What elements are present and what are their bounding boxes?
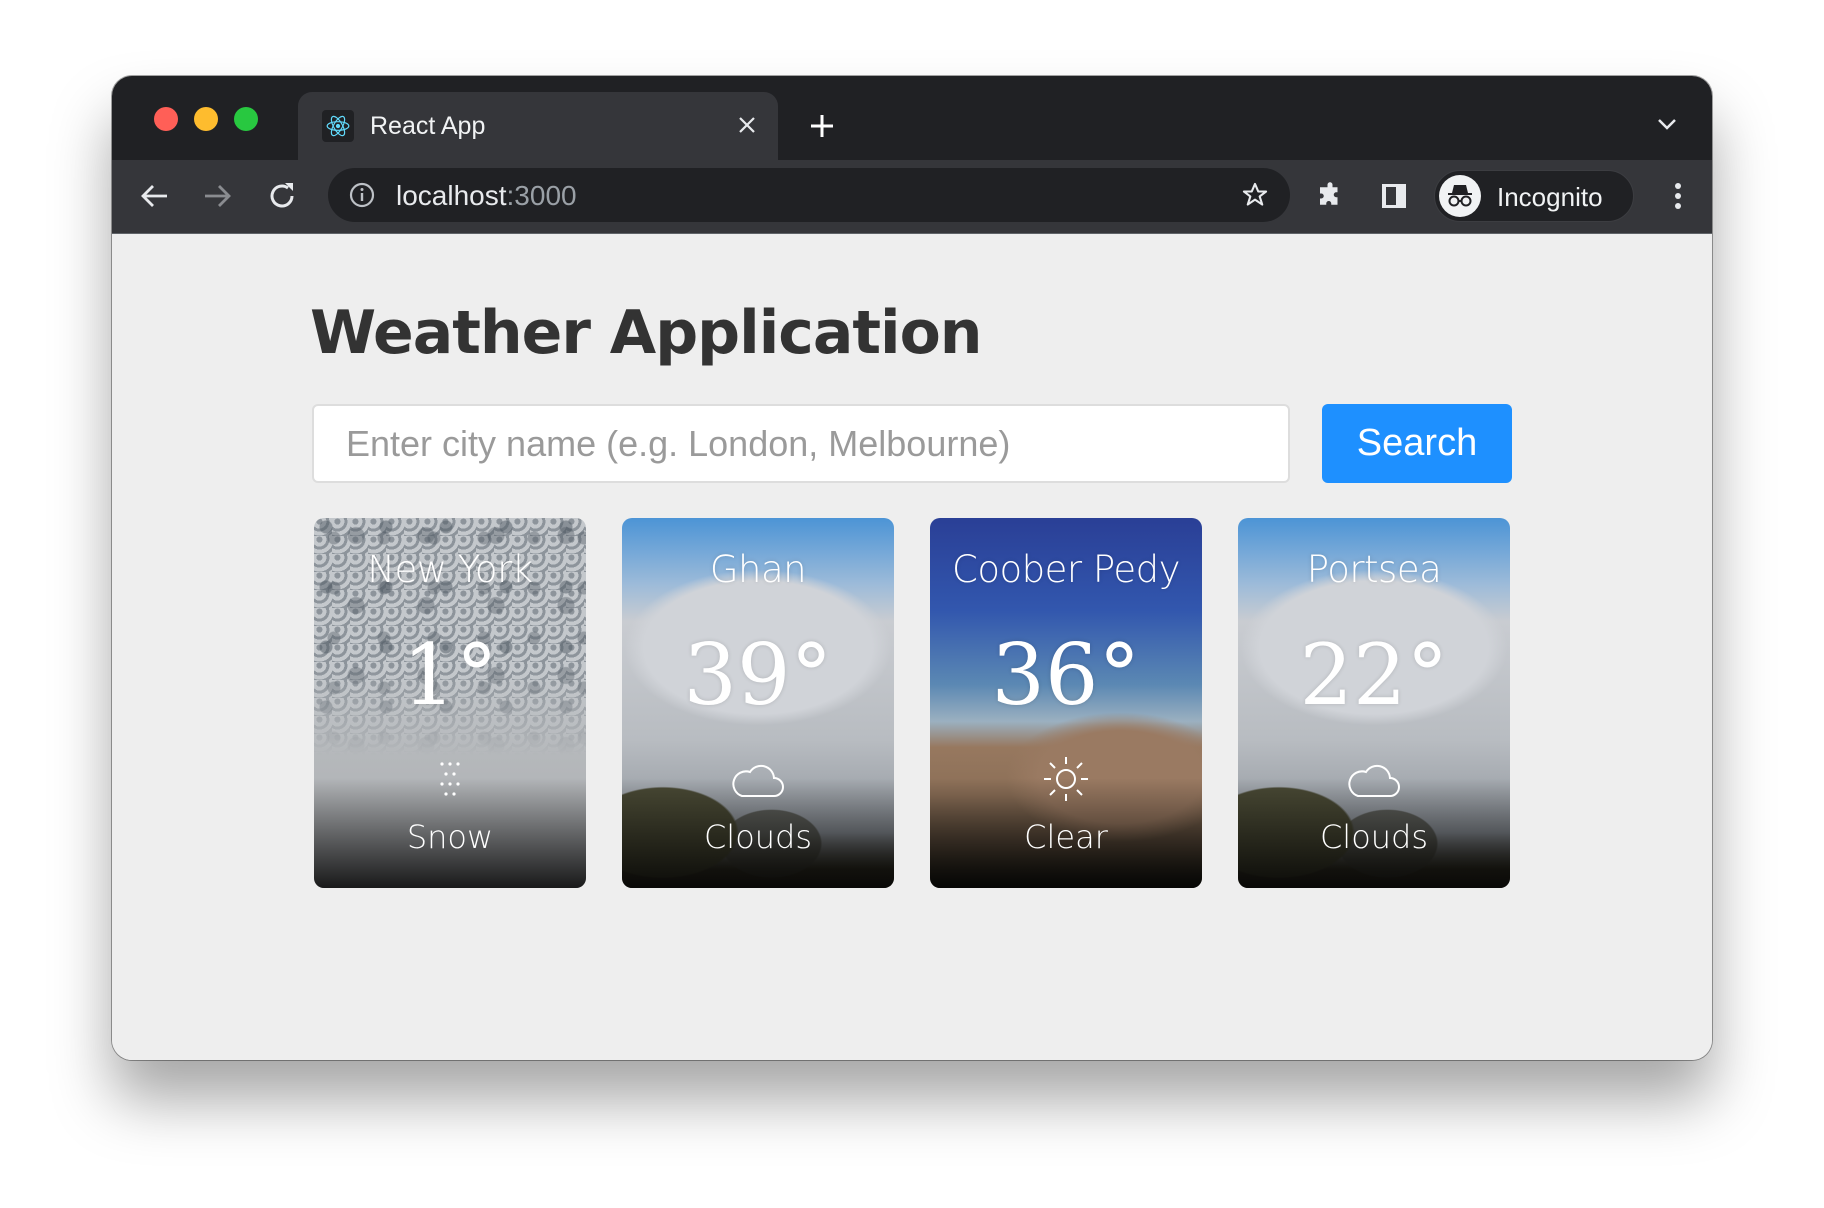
city-search-input[interactable] bbox=[312, 404, 1290, 483]
card-condition: Snow bbox=[406, 818, 494, 856]
search-button[interactable]: Search bbox=[1322, 404, 1512, 483]
tab-title: React App bbox=[370, 112, 486, 140]
url-text: localhost:3000 bbox=[396, 180, 577, 211]
weather-card[interactable]: New York 1° Snow bbox=[314, 518, 586, 888]
card-condition: Clear bbox=[1024, 818, 1108, 856]
page-content: Weather Application Search New York 1° S… bbox=[112, 234, 1712, 1060]
card-city: Ghan bbox=[709, 548, 807, 591]
card-condition: Clouds bbox=[703, 818, 813, 856]
cloud-icon bbox=[732, 764, 784, 797]
info-icon[interactable] bbox=[348, 181, 376, 209]
react-logo-icon bbox=[322, 110, 354, 142]
chevron-down-icon[interactable] bbox=[1652, 112, 1682, 136]
card-temperature: 22° bbox=[1299, 626, 1449, 724]
puzzle-icon[interactable] bbox=[1312, 178, 1348, 214]
close-icon[interactable] bbox=[732, 110, 762, 140]
weather-card[interactable]: Portsea 22° Clouds bbox=[1238, 518, 1510, 888]
card-condition: Clouds bbox=[1319, 818, 1429, 856]
card-city: New York bbox=[367, 548, 533, 591]
browser-toolbar: localhost:3000 Incognito bbox=[112, 160, 1712, 234]
snow-icon bbox=[440, 762, 460, 796]
card-city: Coober Pedy bbox=[952, 548, 1180, 591]
weather-card[interactable]: Coober Pedy 36° Clear bbox=[930, 518, 1202, 888]
arrow-right-icon[interactable] bbox=[200, 178, 236, 214]
arrow-left-icon[interactable] bbox=[136, 178, 172, 214]
weather-card[interactable]: Ghan 39° Clouds bbox=[622, 518, 894, 888]
incognito-icon bbox=[1439, 175, 1481, 217]
profile-label: Incognito bbox=[1497, 182, 1603, 212]
maximize-window-button[interactable] bbox=[234, 107, 258, 131]
address-bar[interactable]: localhost:3000 bbox=[328, 168, 1290, 222]
cloud-icon bbox=[1348, 764, 1400, 797]
side-panel-icon[interactable] bbox=[1376, 178, 1412, 214]
reload-icon[interactable] bbox=[264, 178, 300, 214]
star-icon[interactable] bbox=[1240, 180, 1270, 210]
tab-react-app[interactable]: React App bbox=[298, 92, 778, 160]
kebab-menu-icon[interactable] bbox=[1660, 178, 1696, 214]
close-window-button[interactable] bbox=[154, 107, 178, 131]
page-title: Weather Application bbox=[310, 298, 982, 368]
sun-icon bbox=[1044, 757, 1088, 801]
browser-window: React App localhost:3000 Incognito Weath… bbox=[112, 76, 1712, 1060]
card-temperature: 39° bbox=[683, 626, 833, 724]
card-temperature: 1° bbox=[402, 626, 498, 724]
tab-strip: React App bbox=[112, 76, 1712, 160]
profile-button[interactable]: Incognito bbox=[1434, 170, 1634, 222]
card-city: Portsea bbox=[1306, 548, 1442, 591]
card-temperature: 36° bbox=[991, 626, 1141, 724]
plus-icon[interactable] bbox=[804, 108, 840, 144]
minimize-window-button[interactable] bbox=[194, 107, 218, 131]
